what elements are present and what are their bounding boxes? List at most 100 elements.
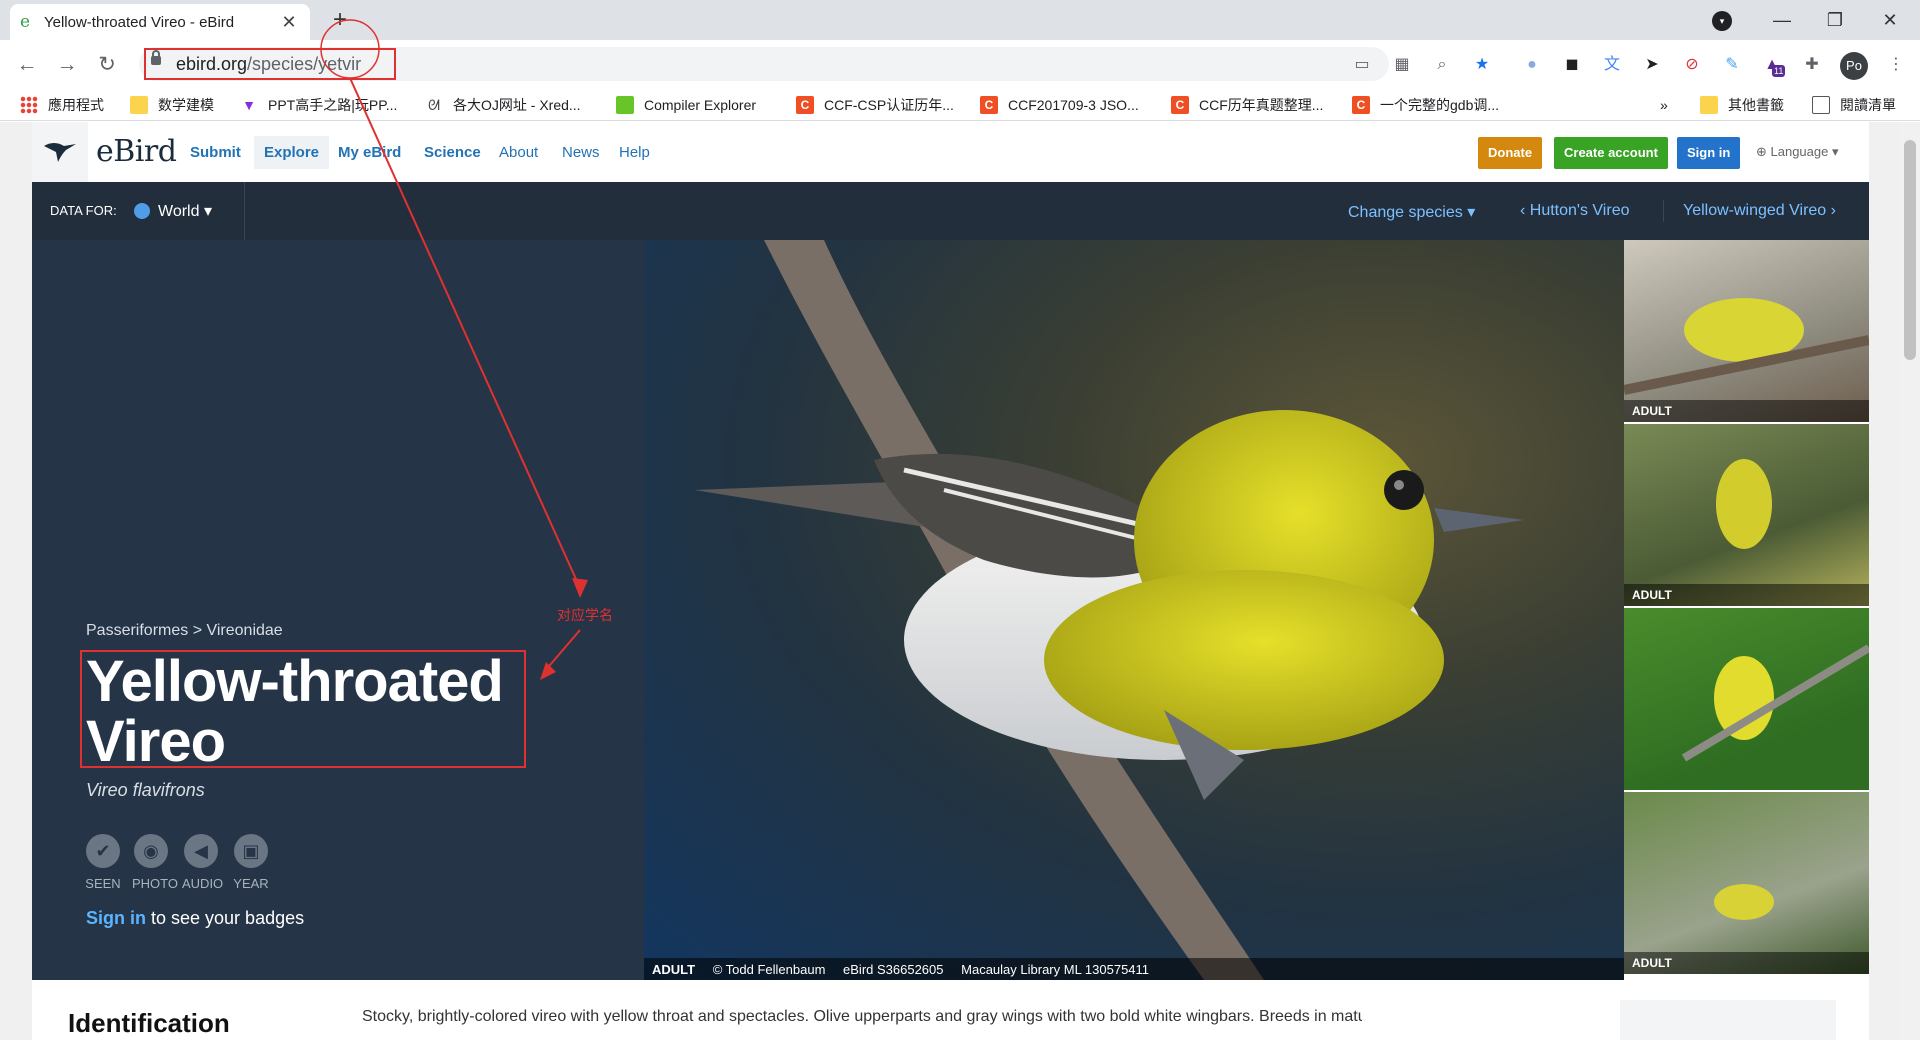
ebird-favicon-icon: e [20, 12, 31, 32]
nav-about[interactable]: About [499, 144, 538, 161]
bookmark-ppt[interactable]: ▼ PPT高手之路|玩PP... [240, 95, 397, 115]
scrollbar-thumb[interactable] [1904, 140, 1916, 360]
species-main-photo[interactable] [644, 240, 1624, 980]
bookmark-star-icon[interactable]: ★ [1470, 53, 1494, 77]
profile-avatar[interactable]: Po [1840, 52, 1868, 80]
reload-icon[interactable]: ↻ [92, 50, 122, 80]
badge-year[interactable]: ▣ YEAR [232, 834, 270, 891]
badge-audio[interactable]: ◀ AUDIO [182, 834, 223, 891]
photo-caption: ADULT © Todd Fellenbaum eBird S36652605 … [644, 958, 1624, 982]
bookmark-apps[interactable]: 應用程式 [20, 95, 104, 115]
badges-sign-in-link[interactable]: Sign in [86, 908, 146, 928]
translate-icon[interactable]: 文 [1600, 53, 1624, 77]
bookmark-ccf-csp[interactable]: C CCF-CSP认证历年... [796, 95, 954, 115]
bookmark-folder-math[interactable]: 数学建模 [130, 95, 214, 115]
extensions-puzzle-icon[interactable]: ✚ [1800, 53, 1824, 77]
bookmark-ccf201709[interactable]: C CCF201709-3 JSO... [980, 95, 1139, 115]
ppt-icon: ▼ [242, 97, 256, 113]
forward-icon[interactable]: → [52, 50, 82, 80]
close-tab-icon[interactable]: ✕ [278, 12, 300, 33]
globe-icon: ⊕ [1756, 144, 1771, 159]
nav-science[interactable]: Science [424, 144, 481, 161]
zoom-icon[interactable]: ⌕ [1430, 53, 1454, 77]
thumbnail-photo[interactable]: ADULT [1624, 240, 1869, 422]
next-species-link[interactable]: Yellow-winged Vireo › [1683, 202, 1836, 220]
restore-icon[interactable]: ❐ [1815, 6, 1855, 34]
reading-list-icon [1812, 96, 1830, 114]
page-scrollbar[interactable] [1900, 122, 1920, 1040]
caret-down-icon: ▾ [199, 203, 212, 220]
previous-species-link[interactable]: ‹ Hutton's Vireo [1520, 202, 1629, 220]
annotation-title-box [80, 650, 526, 768]
divider [1663, 200, 1664, 222]
csdn-icon: C [1352, 96, 1370, 114]
photo-ebird-checklist[interactable]: eBird S36652605 [843, 962, 943, 977]
region-selector[interactable]: World ▾ [134, 201, 212, 221]
donate-button[interactable]: Donate [1478, 137, 1543, 169]
extension-badge-count: 11 [1772, 65, 1786, 77]
badge-photo[interactable]: ◉ PHOTO [132, 834, 178, 891]
thumbnail-photo[interactable]: ADULT [1624, 424, 1869, 606]
qr-code-icon[interactable]: ▦ [1390, 53, 1414, 77]
tab-search-icon[interactable]: ▾ [1712, 11, 1732, 31]
extension-face-icon[interactable]: ◼ [1560, 53, 1584, 77]
globe-icon [134, 203, 150, 219]
caret-down-icon: ▾ [1462, 204, 1476, 221]
reading-list[interactable]: 閱讀清單 [1812, 95, 1896, 115]
nav-explore[interactable]: Explore [254, 136, 330, 169]
compiler-explorer-icon [616, 96, 634, 114]
nav-help[interactable]: Help [619, 144, 650, 161]
csdn-icon: C [796, 96, 814, 114]
thumbnail-photo[interactable] [1624, 608, 1869, 790]
folder-icon [1700, 96, 1718, 114]
browser-tab[interactable]: e Yellow-throated Vireo - eBird ✕ [10, 4, 310, 40]
checkmark-icon: ✔ [86, 834, 120, 868]
ebird-logo-bird-icon[interactable] [32, 122, 88, 182]
data-for-label: DATA FOR: [50, 203, 117, 218]
change-species-dropdown[interactable]: Change species ▾ [1348, 202, 1475, 222]
taxonomy-breadcrumb[interactable]: Passeriformes > Vireonidae [86, 622, 283, 640]
bookmark-gdb[interactable]: C 一个完整的gdb调... [1352, 95, 1499, 115]
badges-sign-in-prompt: Sign in to see your badges [86, 908, 305, 928]
sign-in-button[interactable]: Sign in [1677, 137, 1741, 169]
speaker-icon: ◀ [184, 834, 218, 868]
bookmark-ccf-history[interactable]: C CCF历年真题整理... [1171, 95, 1323, 115]
identification-sidebar [1620, 1000, 1836, 1040]
badge-seen[interactable]: ✔ SEEN [84, 834, 122, 891]
minimize-icon[interactable]: — [1762, 6, 1802, 34]
create-account-button[interactable]: Create account [1554, 137, 1668, 169]
extension-circle-icon[interactable]: ● [1520, 53, 1544, 77]
new-tab-icon[interactable]: + [326, 6, 354, 34]
chevron-down-icon: ▾ [1828, 144, 1839, 159]
bookmark-compiler-explorer[interactable]: Compiler Explorer [616, 95, 756, 115]
ebird-logo[interactable]: eBird [96, 134, 177, 169]
bookmarks-bar: 應用程式 数学建模 ▼ PPT高手之路|玩PP... ᘛ 各大OJ网址 - Xred… [0, 89, 1920, 121]
page-viewport: eBird Submit Explore My eBird Science Ab… [0, 122, 1920, 1040]
window-close-icon[interactable]: ✕ [1870, 6, 1910, 34]
thumbnail-photo[interactable]: ADULT [1624, 792, 1869, 974]
identification-text: Stocky, brightly-colored vireo with yell… [362, 1008, 1362, 1025]
back-icon[interactable]: ← [12, 50, 42, 80]
url-highlight-box [144, 48, 396, 80]
photo-credit[interactable]: © Todd Fellenbaum [713, 962, 826, 977]
thumbnail-age-label: ADULT [1624, 584, 1869, 606]
photo-macaulay-id[interactable]: Macaulay Library ML 130575411 [961, 962, 1149, 977]
cast-icon[interactable]: ▭ [1350, 53, 1374, 77]
academic-extension-icon[interactable]: ▲ 11 [1760, 53, 1786, 77]
nav-news[interactable]: News [562, 144, 600, 161]
bookmarks-overflow-icon[interactable]: » [1660, 95, 1668, 115]
block-extension-icon[interactable]: ⊘ [1680, 53, 1704, 77]
browser-tab-bar: e Yellow-throated Vireo - eBird ✕ + ▾ — … [0, 0, 1920, 40]
browser-toolbar: ← → ↻ ebird.org/species/yetvir ▭ ▦ ⌕ ★ ●… [0, 40, 1920, 89]
bookmark-oj[interactable]: ᘛ 各大OJ网址 - Xred... [425, 95, 581, 115]
menu-kebab-icon[interactable]: ⋮ [1884, 53, 1908, 77]
bookmark-other[interactable]: 其他書籤 [1700, 95, 1784, 115]
identification-section: Identification Stocky, brightly-colored … [32, 980, 1869, 1040]
nav-submit[interactable]: Submit [190, 144, 241, 161]
nav-my-ebird[interactable]: My eBird [338, 144, 401, 161]
cursor-extension-icon[interactable]: ➤ [1640, 53, 1664, 77]
pen-extension-icon[interactable]: ✎ [1720, 53, 1744, 77]
data-for-bar: DATA FOR: World ▾ Change species ▾ ‹ Hut… [32, 182, 1869, 240]
species-hero-panel [32, 240, 644, 980]
language-selector[interactable]: ⊕ Language ▾ [1756, 144, 1839, 160]
